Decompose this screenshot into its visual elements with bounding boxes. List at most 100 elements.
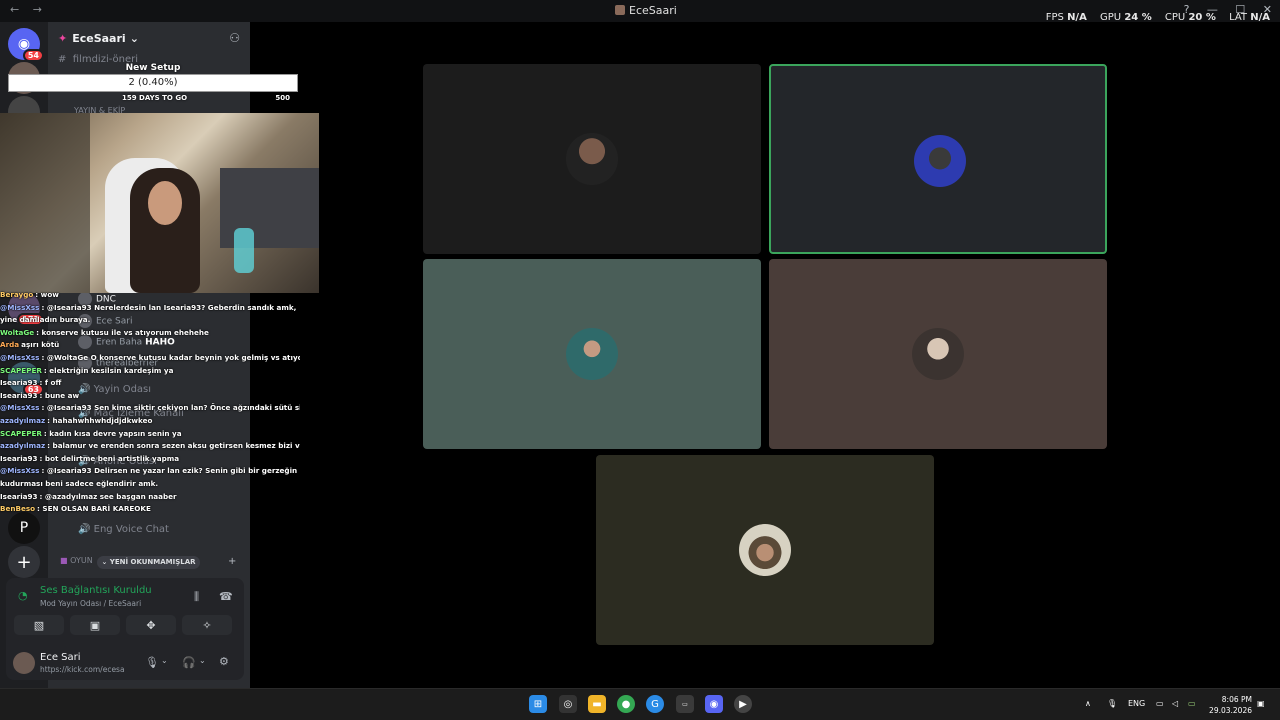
stream-chat-overlay: Beraygo: wow @MissXss: @Isearia93 Nereler…: [0, 289, 300, 516]
video-tile[interactable]: [769, 64, 1107, 254]
chat-message: @MissXss: @Isearia93 Nerelerdesin lan Is…: [0, 302, 300, 327]
nav-buttons: ← →: [10, 3, 52, 16]
goal-title: New Setup: [125, 63, 181, 73]
app-icon[interactable]: ◎: [559, 695, 577, 713]
video-tile[interactable]: [423, 64, 761, 254]
cpu-label: CPU: [1164, 12, 1186, 23]
chat-text: : kadın kısa devre yapsın senin ya: [43, 428, 182, 438]
microphone-icon[interactable]: 🎙: [145, 656, 159, 669]
tray-chevron-icon[interactable]: ∧: [1085, 699, 1091, 708]
server-icon[interactable]: P: [8, 512, 40, 544]
activities-icon: ✥: [146, 618, 156, 632]
chat-username: Beraygo: [0, 290, 34, 299]
chrome-icon[interactable]: ●: [617, 695, 635, 713]
clock[interactable]: 8:06 PM 29.03.2026: [1209, 694, 1252, 716]
file-explorer-icon[interactable]: ▬: [588, 695, 606, 713]
video-tile[interactable]: [769, 259, 1107, 449]
window-title: EceSaari: [615, 4, 677, 17]
forward-button[interactable]: →: [33, 3, 42, 16]
chat-text: : wow: [35, 290, 59, 299]
user-name: Ece Sari: [40, 652, 81, 663]
activities-button[interactable]: ✥: [126, 615, 176, 635]
cpu-value: 20 %: [1188, 12, 1216, 23]
gpu-value: 24 %: [1124, 12, 1152, 23]
notification-icon[interactable]: ▣: [1257, 699, 1265, 708]
voice-channel-path[interactable]: Mod Yayın Odası / EceSaari: [40, 599, 141, 608]
discord-icon[interactable]: ◉: [705, 695, 723, 713]
screen-share-button[interactable]: ▣: [70, 615, 120, 635]
chat-username: @MissXss: [0, 302, 40, 312]
webcam-feed: [0, 113, 319, 293]
channel-eng-voice[interactable]: 🔊 Eng Voice Chat: [78, 524, 169, 535]
volume-icon[interactable]: ◁: [1172, 699, 1178, 708]
avatar[interactable]: [13, 652, 35, 674]
taskbar: ⊞ ◎ ▬ ● G ▭ ◉ ▶ ∧ 🎙 ENG ▭ ◁ ▭ 8:06 PM 29…: [0, 688, 1280, 720]
chat-text: : balamur ve erenden sonra sezen aksu ge…: [47, 441, 300, 451]
participant-avatar: [566, 328, 618, 380]
discord-home-icon[interactable]: ◉ 54: [8, 28, 44, 62]
participant-avatar: [739, 524, 791, 576]
chat-message: SCAPEPER: kadın kısa devre yapsın senin …: [0, 428, 300, 441]
chat-username: Arda: [0, 340, 20, 350]
video-tile[interactable]: [596, 455, 934, 645]
chat-username: Isearia93: [0, 378, 38, 388]
chat-username: SCAPEPER: [0, 365, 42, 375]
soundboard-button[interactable]: ✧: [182, 615, 232, 635]
chevron-down-icon[interactable]: ⌄: [199, 656, 206, 665]
chat-message: Arda aşırı kötü: [0, 339, 300, 352]
performance-overlay: FPS N/A GPU 24 % CPU 20 % LAT N/A: [1036, 12, 1270, 23]
server-name: EceSaari: [72, 31, 126, 45]
voice-status: Ses Bağlantısı Kuruldu: [40, 585, 152, 596]
noise-suppression-icon[interactable]: ⫼: [194, 590, 199, 604]
chat-message: Isearia93: bot delirtme beni artistlik y…: [0, 453, 300, 466]
language-indicator[interactable]: ENG: [1128, 699, 1145, 708]
chat-text: aşırı kötü: [21, 340, 60, 350]
lat-label: LAT: [1229, 12, 1248, 23]
chat-text: : @Isearia93 Nerelerdesin lan Isearia93?…: [0, 302, 297, 325]
goal-progress-bar: 2 (0.40%): [8, 74, 298, 92]
chat-username: azadyılmaz: [0, 415, 46, 425]
chat-text: : konserve kutusu ile vs atıyorum eheheh…: [36, 327, 209, 337]
battery-icon[interactable]: ▭: [1188, 699, 1196, 708]
network-icon[interactable]: ▭: [1156, 699, 1164, 708]
chat-message: WoltaGe: konserve kutusu ile vs atıyorum…: [0, 327, 300, 340]
participant-avatar: [914, 135, 966, 187]
clock-time: 8:06 PM: [1221, 695, 1252, 704]
clock-date: 29.03.2026: [1209, 706, 1252, 715]
new-unreads-button[interactable]: ⌄ YENİ OKUNMAMIŞLAR: [97, 556, 200, 569]
gear-icon[interactable]: ⚙: [219, 655, 229, 668]
fps-value: N/A: [1067, 12, 1087, 23]
signal-icon[interactable]: ◔: [18, 589, 28, 602]
back-button[interactable]: ←: [10, 3, 19, 16]
camera-off-button[interactable]: ▧: [14, 615, 64, 635]
stream-goal: New Setup 2 (0.40%) 159 DAYS TO GO 500: [8, 63, 298, 107]
microphone-icon[interactable]: 🎙: [1107, 699, 1117, 708]
soundboard-icon: ✧: [202, 618, 212, 632]
video-tile[interactable]: [423, 259, 761, 449]
chat-message: azadyılmaz: hahahwhhwhdjdjdkwkeo: [0, 415, 300, 428]
notification-badge: 54: [22, 49, 44, 62]
goal-target: 500: [275, 94, 290, 102]
chat-text: : @Isearia93 Delirsen ne yazar lan ezik?…: [0, 466, 298, 488]
user-status: https://kick.com/ecesa: [40, 665, 125, 674]
start-icon[interactable]: ⊞: [529, 695, 547, 713]
chat-text: : f off: [39, 378, 62, 388]
media-player-icon[interactable]: ▶: [734, 695, 752, 713]
screen-share-icon: ▣: [89, 618, 101, 632]
chat-text: : @Isearia93 Sen kime siktir çekiyon lan…: [41, 403, 300, 413]
invite-icon[interactable]: ⚇: [229, 31, 240, 45]
server-header[interactable]: ✦ EceSaari ⌄ ⚇: [48, 22, 250, 54]
lat-value: N/A: [1250, 12, 1270, 23]
fps-label: FPS: [1045, 12, 1064, 23]
add-channel-icon[interactable]: +: [228, 556, 236, 567]
category-oyun[interactable]: ■ OYUN: [60, 556, 93, 565]
chevron-down-icon[interactable]: ⌄: [161, 656, 168, 665]
browser-icon[interactable]: G: [646, 695, 664, 713]
webcam-shelf: [0, 113, 90, 293]
disconnect-icon[interactable]: ☎: [219, 590, 233, 603]
chevron-down-icon: ⌄: [129, 31, 139, 45]
chat-message: @MissXss: @Isearia93 Delirsen ne yazar l…: [0, 465, 300, 490]
headphones-icon[interactable]: 🎧: [182, 656, 196, 669]
add-server-button[interactable]: +: [8, 546, 40, 578]
app-icon[interactable]: ▭: [676, 695, 694, 713]
